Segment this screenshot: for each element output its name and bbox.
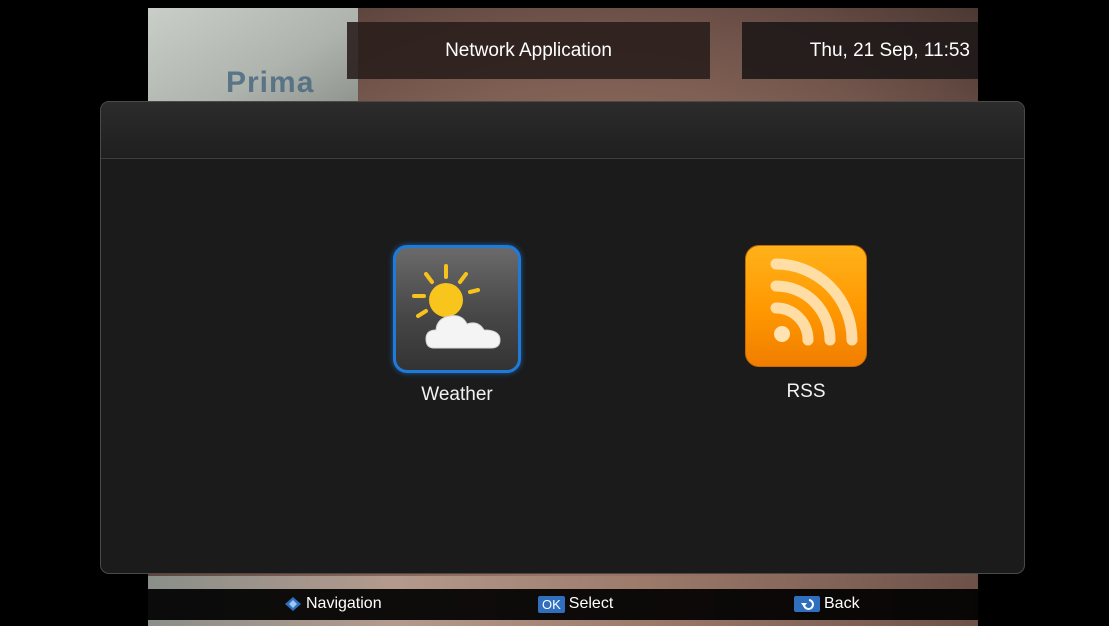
ok-key-icon: OK	[538, 595, 565, 613]
hint-navigation: Navigation	[284, 595, 382, 613]
panel-header	[101, 102, 1024, 159]
app-panel: Weather RSS	[100, 101, 1025, 574]
datetime-display: Thu, 21 Sep, 11:53	[742, 22, 978, 79]
channel-logo: Prima	[226, 66, 315, 99]
hint-select-label: Select	[568, 595, 614, 612]
page-title: Network Application	[347, 22, 710, 79]
hint-select: OK Select	[538, 595, 613, 613]
app-label-rss: RSS	[786, 381, 826, 402]
navigation-arrows-icon	[285, 597, 301, 611]
app-rss[interactable]: RSS	[726, 245, 886, 403]
hint-back-label: Back	[824, 595, 860, 612]
app-label-weather: Weather	[421, 384, 493, 405]
back-key-icon	[794, 596, 820, 612]
weather-tile[interactable]	[393, 245, 521, 373]
rss-tile[interactable]	[745, 245, 867, 367]
weather-sun-cloud-icon	[412, 264, 501, 349]
footer-hint-bar: Navigation OK Select Back	[148, 589, 978, 620]
rss-feed-icon	[770, 258, 858, 346]
app-weather[interactable]: Weather	[377, 245, 537, 406]
hint-back: Back	[794, 595, 860, 613]
hint-navigation-label: Navigation	[306, 595, 382, 612]
